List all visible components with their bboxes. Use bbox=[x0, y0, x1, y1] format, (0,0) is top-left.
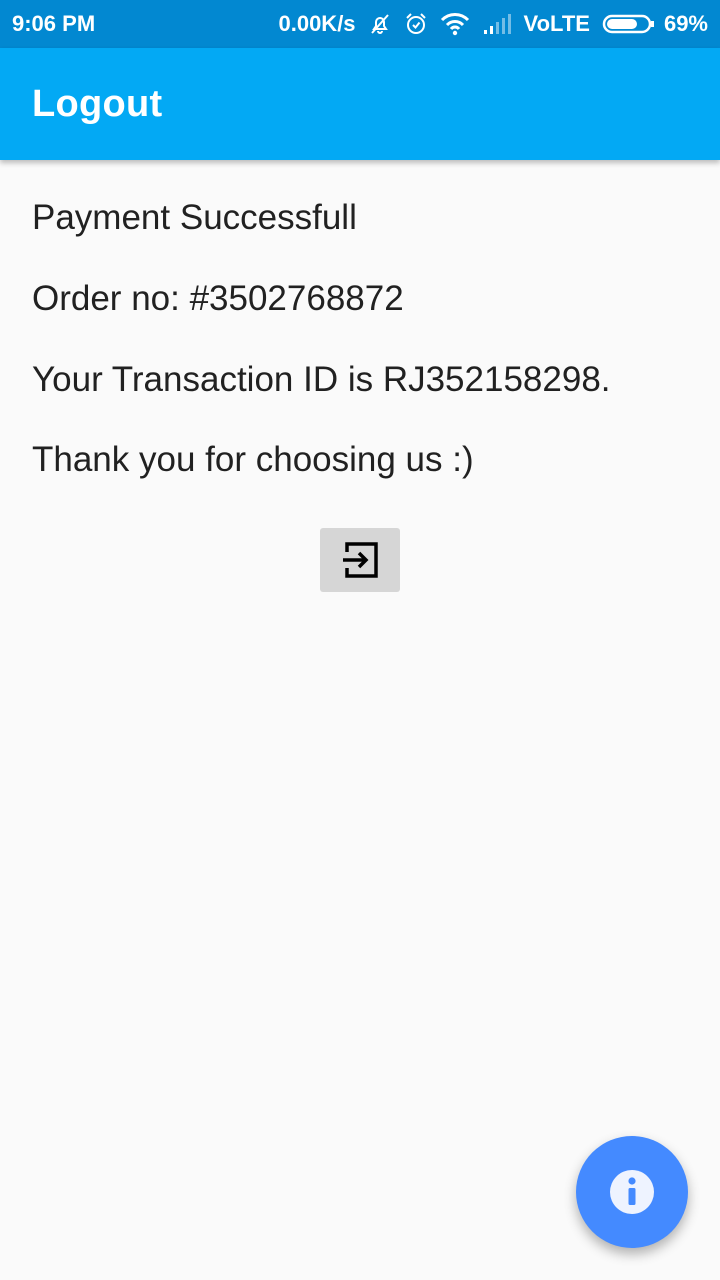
battery-percentage: 69% bbox=[663, 11, 708, 36]
battery-indicator: 69% bbox=[602, 11, 708, 37]
exit-to-app-icon bbox=[341, 541, 379, 579]
status-bar: 9:06 PM 0.00K/s VoLTE 69% bbox=[0, 0, 720, 48]
payment-status-text: Payment Successfull bbox=[32, 198, 357, 237]
order-number-text: Order no: #3502768872 bbox=[32, 279, 404, 318]
muted-notification-icon bbox=[368, 12, 392, 36]
signal-icon bbox=[482, 12, 512, 36]
network-speed: 0.00K/s bbox=[278, 11, 356, 36]
wifi-icon bbox=[440, 12, 470, 36]
page-title: Logout bbox=[32, 82, 163, 125]
logout-button[interactable] bbox=[320, 528, 400, 592]
thank-you-text: Thank you for choosing us :) bbox=[32, 440, 474, 479]
battery-icon bbox=[602, 12, 656, 36]
network-type: VoLTE bbox=[523, 11, 590, 36]
alarm-icon bbox=[404, 12, 428, 36]
status-indicators: 0.00K/s VoLTE 69% bbox=[278, 11, 708, 37]
info-fab-button[interactable] bbox=[576, 1136, 688, 1248]
status-time: 9:06 PM bbox=[12, 11, 96, 36]
transaction-id-text: Your Transaction ID is RJ352158298. bbox=[32, 360, 611, 399]
info-icon bbox=[608, 1168, 656, 1216]
app-bar: Logout bbox=[0, 48, 720, 160]
